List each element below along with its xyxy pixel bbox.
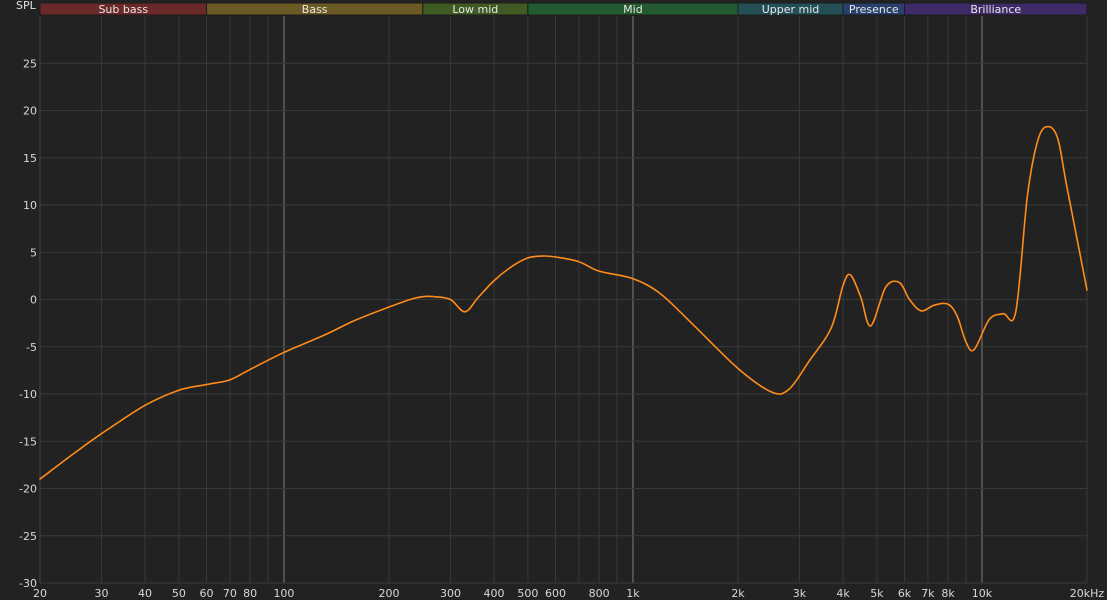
- band-label: Low mid: [452, 3, 498, 16]
- band-label: Mid: [623, 3, 643, 16]
- y-tick-label: 15: [23, 152, 37, 165]
- y-tick-label: 10: [23, 199, 37, 212]
- band-label: Brilliance: [970, 3, 1021, 16]
- y-axis-title: SPL: [16, 0, 37, 12]
- x-tick-label: 300: [440, 587, 461, 600]
- x-tick-label: 500: [517, 587, 538, 600]
- x-tick-label: 7k: [921, 587, 935, 600]
- x-tick-label: 3k: [793, 587, 807, 600]
- y-tick-label: 0: [30, 294, 37, 307]
- x-tick-label: 20kHz: [1070, 587, 1105, 600]
- band-label: Upper mid: [762, 3, 820, 16]
- y-tick-label: -25: [19, 530, 37, 543]
- y-tick-label: -15: [19, 435, 37, 448]
- y-tick-label: 20: [23, 105, 37, 118]
- y-tick-label: -10: [19, 388, 37, 401]
- x-tick-label: 200: [379, 587, 400, 600]
- x-tick-label: 5k: [870, 587, 884, 600]
- x-tick-label: 8k: [941, 587, 955, 600]
- x-tick-label: 80: [243, 587, 257, 600]
- x-tick-label: 400: [484, 587, 505, 600]
- band-label: Bass: [302, 3, 328, 16]
- x-tick-label: 60: [200, 587, 214, 600]
- y-tick-label: 25: [23, 57, 37, 70]
- frequency-response-chart: Sub bass Bass Low mid Mid Upper mid Presence B…: [0, 0, 1107, 600]
- band-label: Sub bass: [98, 3, 148, 16]
- x-tick-label: 100: [273, 587, 294, 600]
- x-tick-label: 4k: [836, 587, 850, 600]
- x-tick-label: 800: [589, 587, 610, 600]
- y-tick-label: -20: [19, 483, 37, 496]
- x-tick-label: 600: [545, 587, 566, 600]
- frequency-bands: Sub bass Bass Low mid Mid Upper mid Presence B…: [39, 2, 1088, 16]
- x-tick-label: 30: [94, 587, 108, 600]
- x-tick-label: 1k: [626, 587, 640, 600]
- y-tick-label: 5: [30, 246, 37, 259]
- band-label: Presence: [849, 3, 899, 16]
- x-tick-label: 2k: [731, 587, 745, 600]
- x-tick-label: 10k: [972, 587, 993, 600]
- x-tick-label: 40: [138, 587, 152, 600]
- x-tick-label: 70: [223, 587, 237, 600]
- x-tick-label: 20: [33, 587, 47, 600]
- y-tick-label: -5: [26, 341, 37, 354]
- x-tick-label: 50: [172, 587, 186, 600]
- x-tick-label: 6k: [898, 587, 912, 600]
